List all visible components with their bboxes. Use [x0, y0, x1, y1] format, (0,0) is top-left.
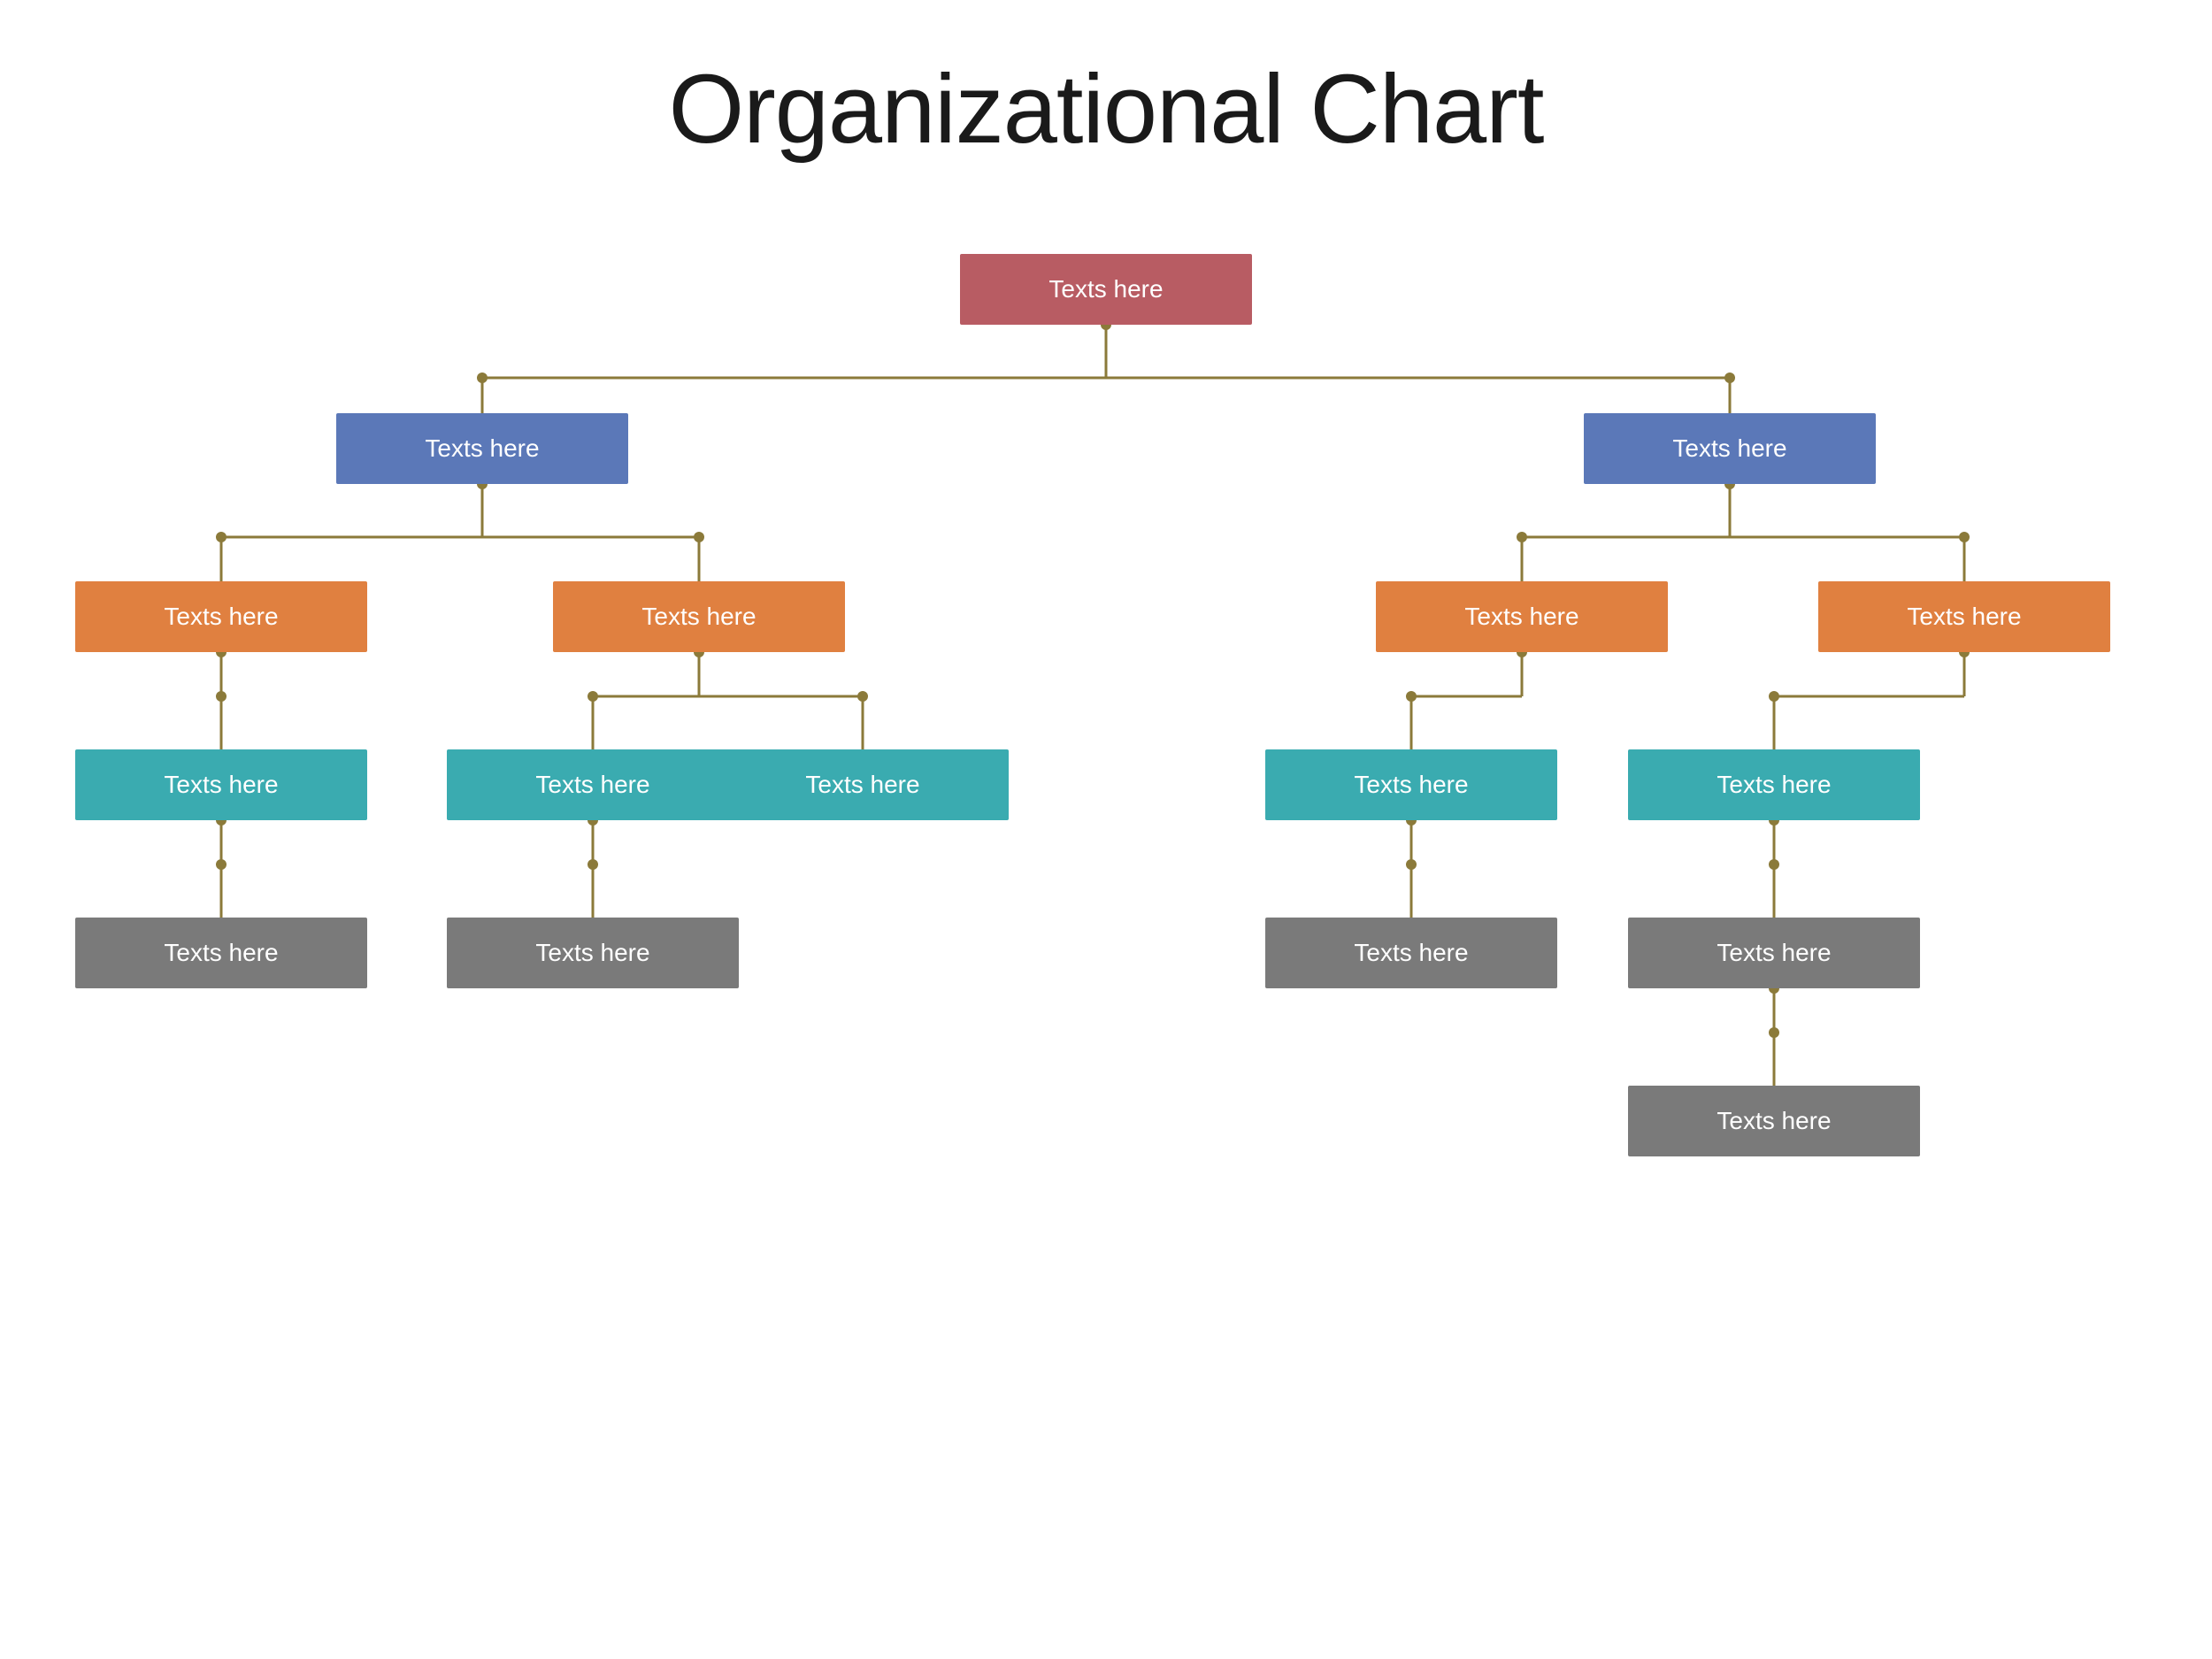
page-title: Organizational Chart [0, 0, 2212, 201]
node-l3d: Texts here [1265, 749, 1557, 820]
node-l4a: Texts here [75, 918, 367, 988]
connectors-svg [0, 201, 2212, 1617]
node-l4b: Texts here [447, 918, 739, 988]
node-l3e: Texts here [1628, 749, 1920, 820]
node-l4c: Texts here [1265, 918, 1557, 988]
node-l2a: Texts here [75, 581, 367, 652]
node-l2b: Texts here [553, 581, 845, 652]
node-l2c: Texts here [1376, 581, 1668, 652]
node-l4d: Texts here [1628, 918, 1920, 988]
node-root: Texts here [960, 254, 1252, 325]
node-l3b: Texts here [447, 749, 739, 820]
node-l3a: Texts here [75, 749, 367, 820]
org-chart: Texts hereTexts hereTexts hereTexts here… [0, 201, 2212, 1617]
node-l1a: Texts here [336, 413, 628, 484]
node-l5a: Texts here [1628, 1086, 1920, 1156]
node-l2d: Texts here [1818, 581, 2110, 652]
node-l1b: Texts here [1584, 413, 1876, 484]
node-l3c: Texts here [717, 749, 1009, 820]
